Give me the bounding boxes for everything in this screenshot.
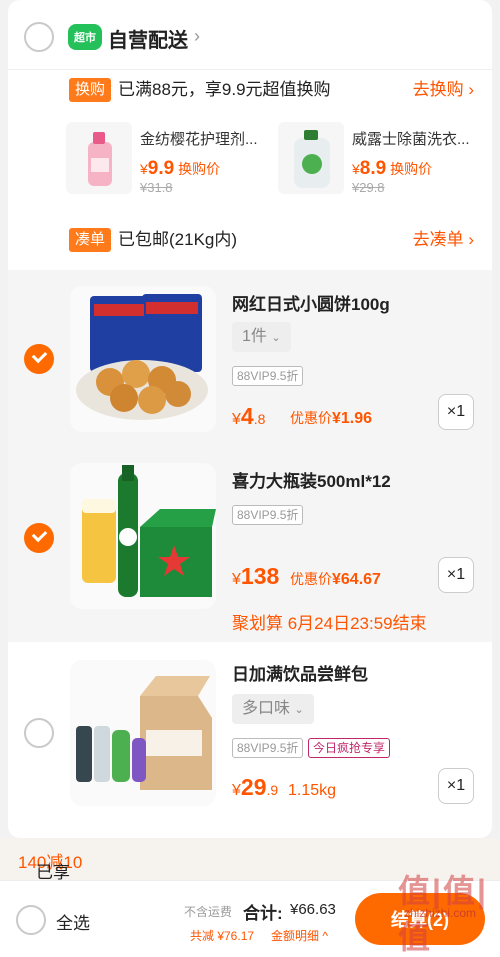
swap-item-old-price: ¥29.8 bbox=[352, 180, 385, 195]
chevron-right-icon[interactable]: › bbox=[194, 26, 200, 47]
price-integer: 138 bbox=[240, 563, 280, 589]
swap-item-title: 金纺樱花护理剂... bbox=[140, 131, 258, 148]
discount-price: 优惠价¥1.96 bbox=[290, 408, 372, 428]
select-all-label[interactable]: 全选 bbox=[56, 909, 90, 934]
currency-symbol: ¥ bbox=[232, 571, 241, 588]
vip-discount-tag: 88VIP9.5折 bbox=[232, 366, 304, 386]
total-label: 合计: bbox=[243, 904, 283, 923]
chevron-down-icon: ⌄ bbox=[294, 704, 304, 716]
no-shipping-note: 不含运费 bbox=[184, 905, 233, 919]
bundle-promo-row: 凑单 已包邮(21Kg内) 去凑单 › bbox=[8, 222, 492, 262]
quantity-button[interactable]: ×1 bbox=[438, 394, 474, 430]
item-weight: 1.15kg bbox=[288, 782, 337, 799]
discount-label: 优惠价 bbox=[290, 410, 332, 426]
price-integer: 4 bbox=[240, 403, 254, 429]
cart-item[interactable]: 日加满饮品尝鲜包 多口味 ⌄ 88VIP9.5折 今日疯抢专享 ¥29.9 1.… bbox=[8, 642, 492, 838]
sku-label: 多口味 bbox=[242, 700, 291, 717]
swap-price-value: 8.9 bbox=[359, 158, 387, 179]
item-checkbox[interactable] bbox=[24, 718, 54, 748]
item-price: ¥4.8 bbox=[232, 403, 265, 430]
discount-value: ¥64.67 bbox=[332, 571, 381, 588]
price-decimal: .8 bbox=[253, 411, 266, 427]
shop-header: 超市 自营配送 › bbox=[8, 0, 492, 70]
quantity-button[interactable]: ×1 bbox=[438, 768, 474, 804]
discount-label: 优惠价 bbox=[290, 571, 332, 587]
discount-price: 优惠价¥64.67 bbox=[290, 569, 381, 589]
currency-symbol: ¥ bbox=[140, 161, 148, 177]
deal-countdown: 聚划算 6月24日23:59结束 bbox=[232, 614, 427, 633]
select-all-radio[interactable] bbox=[16, 905, 46, 935]
sku-label: 1件 bbox=[242, 328, 267, 345]
item-title[interactable]: 喜力大瓶装500ml*12 bbox=[232, 467, 391, 492]
chevron-down-icon: ⌄ bbox=[271, 332, 281, 344]
vip-discount-tag: 88VIP9.5折 bbox=[232, 738, 304, 758]
shop-name[interactable]: 自营配送 bbox=[108, 24, 188, 53]
item-price: ¥29.9 bbox=[232, 774, 278, 801]
flash-sale-tag: 今日疯抢专享 bbox=[308, 738, 391, 758]
swap-item-price: ¥9.9 换购价 bbox=[140, 158, 220, 180]
swap-promo-tag: 换购 bbox=[69, 78, 112, 102]
swap-item[interactable]: 威露士除菌洗衣... ¥8.9 换购价 ¥29.8 bbox=[278, 122, 488, 196]
item-checkbox[interactable] bbox=[24, 523, 54, 553]
sku-selector[interactable]: 多口味 ⌄ bbox=[232, 694, 314, 724]
price-detail-toggle[interactable]: 金额明细 ^ bbox=[271, 927, 328, 944]
swap-item-title: 威露士除菌洗衣... bbox=[352, 131, 470, 148]
cart-item[interactable]: 网红日式小圆饼100g 1件 ⌄ 88VIP9.5折 ¥4.8 优惠价¥1.96… bbox=[8, 270, 492, 443]
swap-price-label: 换购价 bbox=[390, 161, 433, 177]
price-integer: 29 bbox=[240, 774, 267, 800]
go-bundle-link[interactable]: 去凑单 › bbox=[413, 228, 474, 252]
watermark-site: zhizhizhi.com bbox=[403, 906, 477, 920]
currency-symbol: ¥ bbox=[232, 782, 241, 799]
item-checkbox[interactable] bbox=[24, 344, 54, 374]
savings-text: 已享 140减10 bbox=[18, 848, 82, 882]
item-title[interactable]: 网红日式小圆饼100g bbox=[232, 290, 390, 315]
softener-product-image bbox=[66, 122, 132, 194]
cookie-product-image[interactable] bbox=[70, 286, 216, 432]
currency-symbol: ¥ bbox=[352, 161, 360, 177]
swap-item-old-price: ¥31.8 bbox=[140, 180, 173, 195]
swap-price-label: 换购价 bbox=[178, 161, 221, 177]
bundle-promo-tag: 凑单 bbox=[69, 228, 112, 252]
total-reduction: 共减 ¥76.17 bbox=[190, 929, 255, 943]
beer-product-image[interactable] bbox=[70, 463, 216, 609]
shop-select-radio[interactable] bbox=[24, 22, 54, 52]
supermarket-badge-icon: 超市 bbox=[68, 24, 102, 50]
swap-item[interactable]: 金纺樱花护理剂... ¥9.9 换购价 ¥31.8 bbox=[66, 122, 276, 196]
swap-promo-row: 换购 已满88元，享9.9元超值换购 去换购 › bbox=[8, 72, 492, 112]
discount-value: ¥1.96 bbox=[332, 410, 373, 427]
bundle-promo-text: 已包邮(21Kg内) bbox=[118, 230, 238, 249]
price-decimal: .9 bbox=[266, 782, 279, 798]
drink-pack-product-image[interactable] bbox=[70, 660, 216, 806]
item-title[interactable]: 日加满饮品尝鲜包 bbox=[232, 660, 368, 685]
cart-item[interactable]: 喜力大瓶装500ml*12 88VIP9.5折 ¥138 优惠价¥64.67 ×… bbox=[8, 443, 492, 642]
item-price: ¥138 bbox=[232, 563, 279, 590]
detergent-product-image bbox=[278, 122, 344, 194]
go-swap-link[interactable]: 去换购 › bbox=[413, 78, 474, 102]
sku-selector[interactable]: 1件 ⌄ bbox=[232, 322, 291, 352]
quantity-button[interactable]: ×1 bbox=[438, 557, 474, 593]
cart-store-card: 超市 自营配送 › 换购 已满88元，享9.9元超值换购 去换购 › 金纺樱花护… bbox=[8, 0, 492, 838]
total-value: ¥66.63 bbox=[290, 901, 336, 918]
swap-item-price: ¥8.9 换购价 bbox=[352, 158, 432, 180]
currency-symbol: ¥ bbox=[232, 411, 241, 428]
swap-promo-text: 已满88元，享9.9元超值换购 bbox=[118, 80, 331, 99]
swap-price-value: 9.9 bbox=[147, 158, 175, 179]
vip-discount-tag: 88VIP9.5折 bbox=[232, 505, 304, 525]
